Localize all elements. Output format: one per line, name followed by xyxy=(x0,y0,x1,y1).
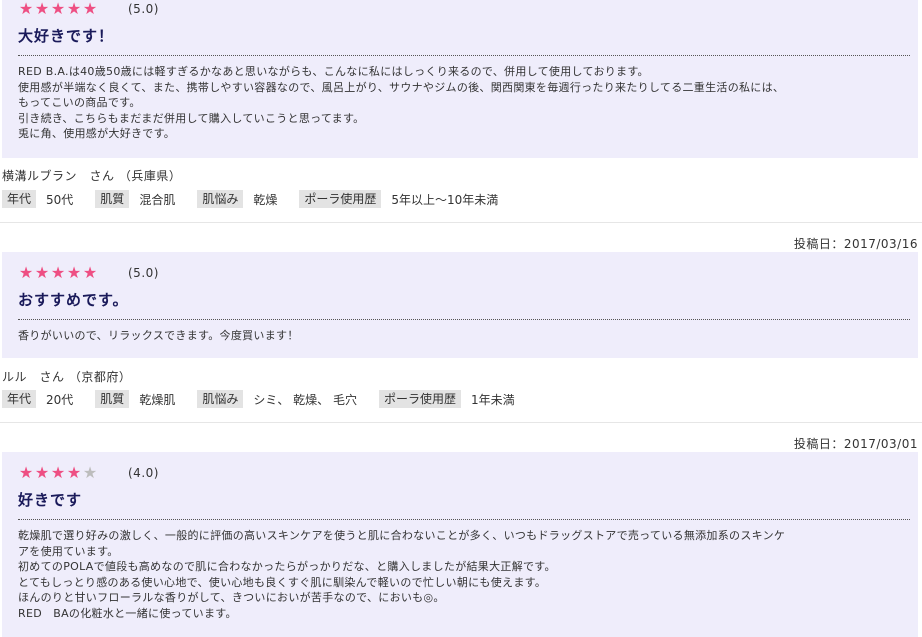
reviewer-name: ルル さん （京都府） xyxy=(2,370,132,384)
review-body-line: アを使用ています。 xyxy=(18,544,119,558)
rating-stars: ★ ★ ★ ★ ★ xyxy=(18,1,98,17)
review-body-line: とてもしっとり感のある使い心地で、使い心地も良くすぐ肌に馴染んで軽いので忙しい朝… xyxy=(18,575,547,589)
star-icon: ★ xyxy=(66,263,82,282)
review-body-line: 乾燥肌で選り好みの激しく、一般的に評価の高いスキンケアを使うと肌に合わないことが… xyxy=(18,529,786,542)
rating-row: ★ ★ ★ ★ ★ (5.0) xyxy=(18,1,159,17)
review-body-line: もってこいの商品です。 xyxy=(18,96,141,109)
review-body-line: RED B.A.は40歳50歳には軽すぎるかなあと思いながらも、こんなに私にはし… xyxy=(18,65,649,78)
review-title: おすすめです。 xyxy=(18,291,129,309)
reviewer-name: 横溝ルブラン さん （兵庫県） xyxy=(2,169,182,183)
attr-label-skin-concern: 肌悩み xyxy=(197,390,244,408)
star-icon: ★ xyxy=(18,463,34,482)
rating-stars: ★ ★ ★ ★ ★ xyxy=(18,265,98,281)
title-divider xyxy=(18,55,910,56)
review-panel: ★ ★ ★ ★ ★ (5.0) 大好きです！ RED B.A.は40歳50歳には軽すぎる… xyxy=(2,0,918,158)
rating-score: (5.0) xyxy=(128,266,159,280)
attr-value-skin-type: 乾燥肌 xyxy=(139,392,176,407)
star-icon: ★ xyxy=(50,463,66,482)
attr-label-skin-concern: 肌悩み xyxy=(197,190,244,208)
rating-score: (5.0) xyxy=(128,2,159,16)
star-icon: ★ xyxy=(18,263,34,282)
attr-label-age: 年代 xyxy=(2,190,37,208)
review-card: ★ ★ ★ ★ ★ (5.0) おすすめです。 香りがいいので、リラックスできます。今度… xyxy=(0,252,922,422)
attr-value-age: 20代 xyxy=(46,392,74,407)
reviewer-attributes: 年代 20代 肌質 乾燥肌 肌悩み シミ、 乾燥、 毛穴 ポーラ使用歴 1年未満 xyxy=(2,390,537,408)
rating-stars: ★ ★ ★ ★ ★ xyxy=(18,465,98,481)
star-icon: ★ xyxy=(82,0,98,18)
review-separator xyxy=(0,222,922,223)
review-body: 乾燥肌で選り好みの激しく、一般的に評価の高いスキンケアを使うと肌に合わないことが… xyxy=(18,528,904,621)
reviewer-attributes: 年代 50代 肌質 混合肌 肌悩み 乾燥 ポーラ使用歴 5年以上〜10年未満 xyxy=(2,190,520,208)
review-body-line: 初めてのPOLAで値段も高めなので肌に合わなかったらがっかりだな、と購入しました… xyxy=(18,560,556,573)
attr-value-usage-history: 5年以上〜10年未満 xyxy=(391,192,499,207)
attr-value-skin-type: 混合肌 xyxy=(139,192,176,207)
attr-label-skin-type: 肌質 xyxy=(95,190,130,208)
review-separator xyxy=(0,422,922,423)
review-card: ★ ★ ★ ★ ★ (5.0) 大好きです！ RED B.A.は40歳50歳には軽すぎる… xyxy=(0,0,922,222)
attr-value-age: 50代 xyxy=(46,192,74,207)
review-body-line: ほんのりと甘いフローラルな香りがして、きついにおいが苦手なので、においも◎。 xyxy=(18,591,445,604)
review-body-line: 使用感が半端なく良くて、また、携帯しやすい容器なので、風呂上がり、サウナやジムの… xyxy=(18,80,785,94)
attr-value-skin-concern: シミ、 乾燥、 毛穴 xyxy=(253,392,357,407)
review-panel: ★ ★ ★ ★ ★ (4.0) 好きです 乾燥肌で選り好みの激しく、一般的に評価の高いス… xyxy=(2,452,918,637)
attr-label-age: 年代 xyxy=(2,390,37,408)
review-body: 香りがいいので、リラックスできます。今度買います！ xyxy=(18,328,904,344)
star-icon: ★ xyxy=(34,263,50,282)
rating-row: ★ ★ ★ ★ ★ (4.0) xyxy=(18,465,159,481)
star-icon: ★ xyxy=(34,0,50,18)
star-icon: ★ xyxy=(18,0,34,18)
title-divider xyxy=(18,519,910,520)
attr-value-skin-concern: 乾燥 xyxy=(253,192,278,207)
review-body-line: 香りがいいので、リラックスできます。今度買います！ xyxy=(18,329,299,342)
star-icon: ★ xyxy=(82,263,98,282)
star-icon: ★ xyxy=(50,0,66,18)
star-icon: ★ xyxy=(34,463,50,482)
review-title: 大好きです！ xyxy=(18,27,115,45)
star-icon: ★ xyxy=(66,463,82,482)
review-panel: ★ ★ ★ ★ ★ (5.0) おすすめです。 香りがいいので、リラックスできます。今度… xyxy=(2,252,918,358)
star-icon: ★ xyxy=(50,263,66,282)
posted-date: 投稿日：2017/03/16 xyxy=(793,237,918,251)
rating-row: ★ ★ ★ ★ ★ (5.0) xyxy=(18,265,159,281)
posted-date: 投稿日：2017/03/01 xyxy=(793,437,918,451)
star-icon: ★ xyxy=(66,0,82,18)
review-card: ★ ★ ★ ★ ★ (4.0) 好きです 乾燥肌で選り好みの激しく、一般的に評価の高いス… xyxy=(0,452,922,637)
title-divider xyxy=(18,319,910,320)
attr-label-usage-history: ポーラ使用歴 xyxy=(299,190,382,208)
review-body: RED B.A.は40歳50歳には軽すぎるかなあと思いながらも、こんなに私にはし… xyxy=(18,64,904,142)
attr-value-usage-history: 1年未満 xyxy=(471,392,515,407)
star-icon: ★ xyxy=(82,463,98,482)
review-title: 好きです xyxy=(18,491,83,509)
review-body-line: RED BAの化粧水と一緒に使っています。 xyxy=(18,606,237,620)
review-body-line: 引き続き、こちらもまだまだ併用して購入していこうと思ってます。 xyxy=(18,111,365,125)
review-body-line: 兎に角、使用感が大好きです。 xyxy=(18,127,176,140)
attr-label-skin-type: 肌質 xyxy=(95,390,130,408)
rating-score: (4.0) xyxy=(128,466,159,480)
attr-label-usage-history: ポーラ使用歴 xyxy=(378,390,461,408)
